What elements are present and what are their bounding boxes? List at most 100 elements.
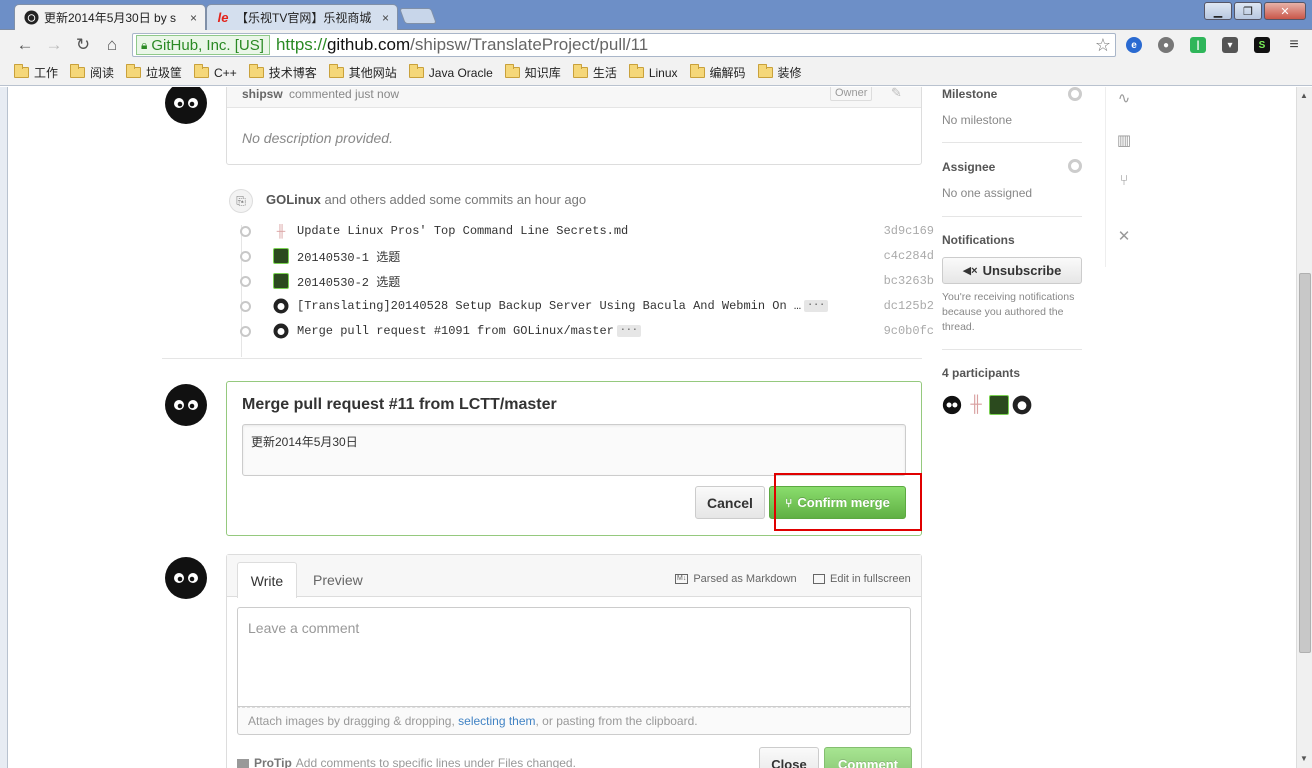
- window-controls: ▁ ❐ ✕: [1204, 2, 1306, 20]
- folder-icon: [194, 64, 210, 78]
- restore-icon[interactable]: ❐: [1234, 2, 1262, 20]
- commit-message[interactable]: 20140530-2 选题: [297, 273, 400, 290]
- tab-write[interactable]: Write: [237, 562, 297, 598]
- bookmark-folder[interactable]: 生活: [572, 64, 617, 81]
- avatar-icon[interactable]: [162, 554, 210, 602]
- bookmark-star-icon[interactable]: ☆: [1095, 35, 1111, 56]
- commit-sha[interactable]: dc125b2: [884, 299, 934, 313]
- participant-avatar[interactable]: [942, 395, 962, 415]
- home-icon[interactable]: ⌂: [101, 35, 123, 55]
- bookmark-folder[interactable]: Linux: [628, 64, 678, 80]
- commit-sha[interactable]: bc3263b: [884, 274, 934, 288]
- commit-message[interactable]: Update Linux Pros' Top Command Line Secr…: [297, 224, 628, 238]
- assignee-heading[interactable]: Assignee: [942, 160, 995, 174]
- commit-sha[interactable]: c4c284d: [884, 249, 934, 263]
- ev-certificate-badge[interactable]: 🔒︎ GitHub, Inc. [US]: [136, 35, 270, 55]
- cancel-button[interactable]: Cancel: [695, 486, 765, 519]
- commit-dot-icon: [240, 225, 251, 237]
- user-avatar-icon[interactable]: ╫: [273, 223, 289, 239]
- merge-message-textarea[interactable]: 更新2014年5月30日: [242, 424, 906, 476]
- github-octocat-icon[interactable]: [273, 298, 289, 314]
- comment-button[interactable]: Comment: [824, 747, 912, 768]
- commit-dot-icon: [240, 300, 251, 312]
- bookmark-folder[interactable]: 垃圾筐: [126, 64, 182, 81]
- pocket-icon[interactable]: ▾: [1222, 37, 1238, 53]
- participant-avatar[interactable]: [1012, 395, 1032, 415]
- tab-letv[interactable]: le 【乐视TV官网】乐视商城 ×: [206, 4, 398, 30]
- back-arrow-icon[interactable]: ←: [14, 35, 36, 55]
- edit-pencil-icon[interactable]: ✎: [891, 87, 902, 101]
- milestone-heading[interactable]: Milestone: [942, 87, 997, 101]
- chat-extension-icon[interactable]: ●: [1158, 37, 1174, 53]
- notifications-heading: Notifications: [942, 233, 1015, 247]
- pulse-icon[interactable]: ∿: [1115, 89, 1133, 107]
- browser-extension-icon[interactable]: e: [1126, 37, 1142, 53]
- bookmark-folder[interactable]: C++: [194, 64, 237, 80]
- participants-heading: 4 participants: [942, 366, 1021, 380]
- tab-close-icon[interactable]: ×: [382, 11, 389, 25]
- bookmark-folder[interactable]: Java Oracle: [408, 64, 493, 80]
- tab-close-icon[interactable]: ×: [190, 11, 197, 25]
- commit-row: Merge pull request #1091 from GOLinux/ma…: [234, 321, 934, 341]
- folder-icon: [628, 64, 644, 78]
- pushbullet-icon[interactable]: |: [1190, 37, 1206, 53]
- minimize-icon[interactable]: ▁: [1204, 2, 1232, 20]
- user-avatar-icon[interactable]: [273, 248, 289, 264]
- bookmark-folder[interactable]: 装修: [757, 64, 802, 81]
- commit-message[interactable]: Merge pull request #1091 from GOLinux/ma…: [297, 324, 641, 338]
- address-bar[interactable]: 🔒︎ GitHub, Inc. [US] https://github.com/…: [132, 33, 1116, 57]
- comment-textarea[interactable]: Leave a comment: [237, 607, 911, 707]
- protip: ProTip Add comments to specific lines un…: [237, 756, 576, 768]
- commit-sha[interactable]: 9c0b0fc: [884, 324, 934, 338]
- divider: [162, 358, 922, 359]
- rail-divider: [1105, 87, 1106, 267]
- settings-tools-icon[interactable]: ✕: [1115, 227, 1133, 245]
- s-extension-icon[interactable]: S: [1254, 37, 1270, 53]
- bookmark-folder[interactable]: 其他网站: [328, 64, 397, 81]
- participant-avatar[interactable]: [989, 395, 1009, 415]
- scroll-up-icon[interactable]: ▲: [1300, 91, 1308, 100]
- tab-preview[interactable]: Preview: [313, 572, 363, 588]
- bookmark-folder[interactable]: 阅读: [70, 64, 114, 81]
- new-tab-button[interactable]: [399, 8, 437, 24]
- forward-arrow-icon[interactable]: →: [43, 35, 65, 55]
- commit-message[interactable]: [Translating]20140528 Setup Backup Serve…: [297, 299, 829, 313]
- scroll-down-icon[interactable]: ▼: [1300, 754, 1308, 763]
- unsubscribe-button[interactable]: ◀× Unsubscribe: [942, 257, 1082, 284]
- scroll-thumb[interactable]: [1299, 273, 1311, 653]
- gear-icon[interactable]: [1068, 159, 1082, 173]
- close-window-icon[interactable]: ✕: [1264, 2, 1306, 20]
- network-fork-icon[interactable]: ⑂: [1115, 171, 1133, 189]
- reload-icon[interactable]: ↻: [72, 35, 94, 55]
- commits-event-text: GOLinux and others added some commits an…: [266, 192, 586, 207]
- menu-icon[interactable]: ≡: [1286, 36, 1302, 53]
- bookmark-folder[interactable]: 知识库: [504, 64, 561, 81]
- bookmark-folder[interactable]: 技术博客: [248, 64, 317, 81]
- markdown-help-link[interactable]: M↓ Parsed as Markdown: [675, 573, 797, 585]
- avatar-icon[interactable]: [162, 381, 210, 429]
- participant-avatar[interactable]: ╫: [966, 395, 986, 415]
- fullscreen-button[interactable]: Edit in fullscreen: [813, 573, 911, 585]
- gear-icon[interactable]: [1068, 87, 1082, 101]
- comment-author[interactable]: shipsw: [242, 87, 283, 101]
- tab-strip: 更新2014年5月30日 by s × le 【乐视TV官网】乐视商城 × ▁ …: [0, 0, 1312, 30]
- vertical-scrollbar[interactable]: ▲ ▼: [1296, 87, 1312, 768]
- expand-ellipsis-button[interactable]: ···: [804, 299, 829, 312]
- commit-message[interactable]: 20140530-1 选题: [297, 248, 400, 265]
- graphs-icon[interactable]: ▥: [1115, 131, 1133, 149]
- commit-sha[interactable]: 3d9c169: [884, 224, 934, 238]
- letv-logo-icon: le: [217, 10, 229, 25]
- user-avatar-icon[interactable]: [273, 273, 289, 289]
- comment-box: shipsw commented just now Owner ✎ No des…: [226, 87, 922, 165]
- bookmark-folder[interactable]: 编解码: [689, 64, 746, 81]
- event-author[interactable]: GOLinux: [266, 192, 321, 207]
- avatar-icon[interactable]: [162, 87, 210, 127]
- github-octocat-icon[interactable]: [273, 323, 289, 339]
- selecting-them-link[interactable]: selecting them: [458, 714, 535, 728]
- tab-github[interactable]: 更新2014年5月30日 by s ×: [14, 4, 206, 30]
- comment-tabs-bar: Write Preview M↓ Parsed as Markdown Edit…: [227, 555, 921, 598]
- bookmark-folder[interactable]: 工作: [14, 64, 58, 81]
- close-button[interactable]: Close: [759, 747, 819, 768]
- expand-ellipsis-button[interactable]: ···: [616, 324, 641, 337]
- assignee-value: No one assigned: [942, 186, 1033, 200]
